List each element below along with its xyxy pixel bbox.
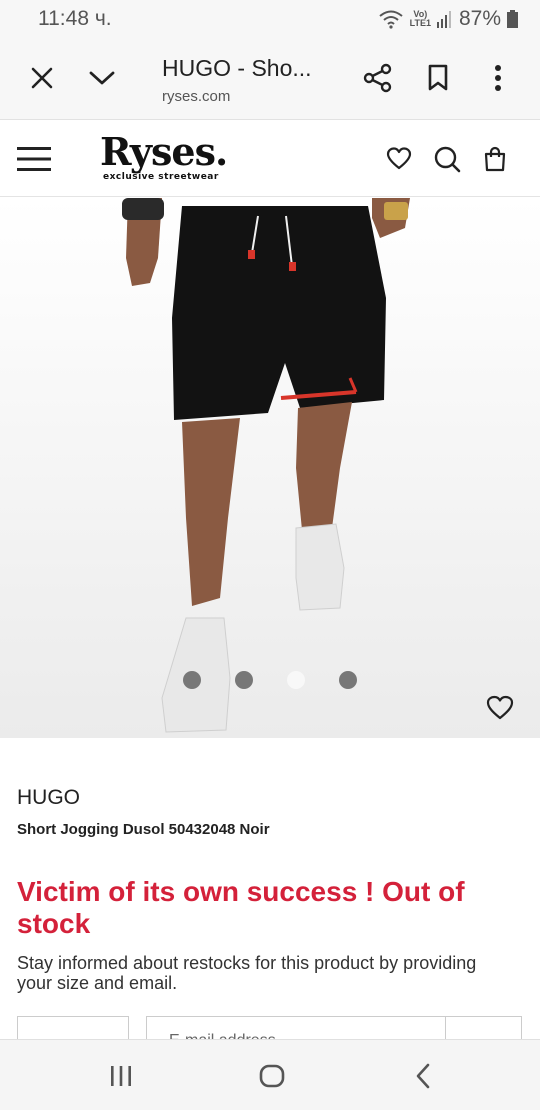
gallery-dot[interactable] bbox=[287, 671, 305, 689]
product-photo bbox=[0, 198, 540, 738]
cart-button[interactable] bbox=[479, 143, 511, 175]
menu-icon bbox=[17, 147, 51, 171]
volte-indicator: Vo) LTE1 bbox=[410, 10, 431, 28]
add-to-wishlist-button[interactable] bbox=[484, 692, 516, 724]
out-of-stock-message: Victim of its own success ! Out of stock bbox=[17, 876, 465, 939]
gallery-pagination bbox=[0, 671, 540, 693]
collapse-button[interactable] bbox=[82, 58, 122, 98]
logo-text: Ryses. bbox=[100, 129, 228, 174]
home-button[interactable] bbox=[252, 1060, 292, 1092]
home-icon bbox=[259, 1064, 285, 1088]
site-logo[interactable]: Ryses. exclusive streetwear bbox=[100, 129, 240, 183]
tab-url[interactable]: ryses.com bbox=[162, 88, 230, 105]
recents-icon bbox=[111, 1066, 131, 1086]
battery-icon bbox=[507, 10, 518, 28]
wifi-icon bbox=[378, 10, 403, 29]
heart-icon bbox=[386, 147, 412, 170]
more-vert-icon bbox=[495, 65, 501, 91]
site-header: Ryses. exclusive streetwear bbox=[0, 121, 540, 197]
site-search-button[interactable] bbox=[431, 143, 463, 175]
back-icon bbox=[416, 1063, 430, 1089]
share-button[interactable] bbox=[358, 58, 398, 98]
search-icon bbox=[434, 146, 461, 173]
status-time: 11:48 ч. bbox=[38, 7, 112, 30]
gallery-dot[interactable] bbox=[235, 671, 253, 689]
menu-button[interactable] bbox=[16, 143, 52, 175]
more-options-button[interactable] bbox=[478, 58, 518, 98]
wishlist-button[interactable] bbox=[383, 143, 415, 175]
tab-title: HUGO - Sho... bbox=[162, 55, 312, 81]
browser-toolbar: HUGO - Sho... ryses.com bbox=[0, 38, 540, 120]
product-name: Short Jogging Dusol 50432048 Noir bbox=[17, 821, 270, 838]
close-tab-button[interactable] bbox=[22, 58, 62, 98]
system-nav-bar bbox=[0, 1039, 540, 1110]
close-icon bbox=[31, 67, 53, 89]
chevron-down-icon bbox=[89, 71, 115, 85]
heart-icon bbox=[486, 695, 514, 720]
share-icon bbox=[363, 63, 392, 93]
bag-icon bbox=[484, 146, 506, 172]
product-gallery[interactable] bbox=[0, 198, 540, 738]
signal-icon bbox=[436, 11, 451, 28]
bookmark-button[interactable] bbox=[418, 58, 458, 98]
status-bar: 11:48 ч. Vo) LTE1 87% bbox=[0, 0, 540, 38]
product-brand[interactable]: HUGO bbox=[17, 786, 80, 810]
bookmark-icon bbox=[428, 64, 448, 91]
gallery-dot[interactable] bbox=[183, 671, 201, 689]
recents-button[interactable] bbox=[101, 1060, 141, 1092]
gallery-dot[interactable] bbox=[339, 671, 357, 689]
restock-info: Stay informed about restocks for this pr… bbox=[17, 953, 477, 993]
battery-percent: 87% bbox=[458, 7, 501, 30]
status-indicators: Vo) LTE1 87% bbox=[378, 6, 518, 32]
lte-label: LTE1 bbox=[409, 18, 431, 28]
back-button[interactable] bbox=[403, 1060, 443, 1092]
